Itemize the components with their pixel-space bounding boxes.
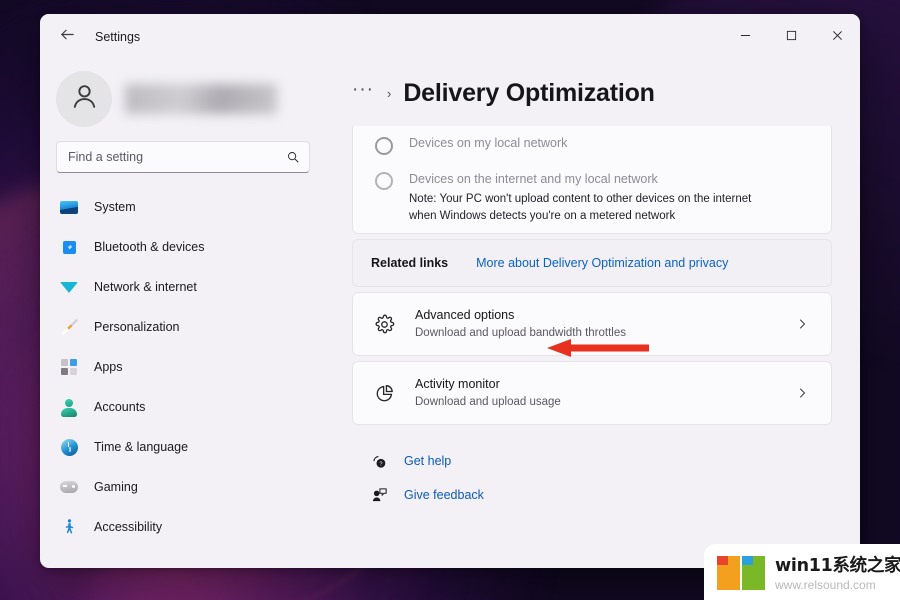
window-controls	[722, 14, 860, 60]
sidebar-item-bluetooth-devices[interactable]: ᛭ Bluetooth & devices	[48, 227, 326, 267]
sidebar-item-label: Personalization	[94, 320, 180, 334]
sidebar-item-label: Accounts	[94, 400, 146, 414]
chevron-right-icon[interactable]	[789, 318, 815, 330]
search-input[interactable]	[68, 150, 286, 164]
sidebar: System ᛭ Bluetooth & devices Network & i…	[40, 60, 340, 568]
avatar[interactable]	[56, 70, 112, 127]
pie-chart-icon	[369, 383, 399, 404]
search-icon[interactable]	[286, 150, 300, 164]
sidebar-item-label: Apps	[94, 360, 123, 374]
give-feedback-link[interactable]: Give feedback	[366, 480, 832, 510]
help-icon: ?	[366, 453, 392, 470]
maximize-button[interactable]	[768, 14, 814, 60]
network-icon	[58, 276, 80, 298]
give-feedback-label: Give feedback	[404, 488, 484, 502]
related-links-card: Related links More about Delivery Optimi…	[352, 239, 832, 287]
sidebar-item-network-internet[interactable]: Network & internet	[48, 267, 326, 307]
breadcrumb-overflow-button[interactable]: ···	[352, 80, 374, 101]
upload-settings-card: Devices on my local network Devices on t…	[352, 126, 832, 234]
back-button[interactable]	[50, 22, 84, 52]
activity-monitor-row[interactable]: Activity monitor Download and upload usa…	[353, 362, 831, 424]
sidebar-item-apps[interactable]: Apps	[48, 347, 326, 387]
advanced-options-row[interactable]: Advanced options Download and upload ban…	[353, 293, 831, 355]
clock-icon	[58, 436, 80, 458]
window-title: Settings	[95, 30, 141, 44]
page-title: Delivery Optimization	[403, 78, 655, 107]
sidebar-item-label: Bluetooth & devices	[94, 240, 205, 254]
account-section[interactable]	[40, 60, 326, 132]
close-icon	[832, 30, 843, 44]
get-help-link[interactable]: ? Get help	[366, 446, 832, 476]
sidebar-nav: System ᛭ Bluetooth & devices Network & i…	[40, 187, 326, 568]
accessibility-icon	[58, 516, 80, 538]
win11-logo-icon	[715, 552, 769, 592]
apps-icon	[58, 356, 80, 378]
watermark-url: www.relsound.com	[775, 578, 876, 592]
account-name-redacted	[125, 83, 277, 114]
radio-option-note: Note: Your PC won't upload content to ot…	[409, 193, 752, 222]
watermark-title: win11系统之家	[775, 556, 900, 576]
person-avatar-icon	[69, 81, 100, 117]
title-bar: Settings	[40, 14, 860, 60]
advanced-options-card[interactable]: Advanced options Download and upload ban…	[352, 292, 832, 356]
sidebar-item-accounts[interactable]: Accounts	[48, 387, 326, 427]
chevron-right-icon: ›	[386, 85, 392, 101]
breadcrumb: ··· › Delivery Optimization	[340, 60, 842, 126]
sidebar-item-label: Network & internet	[94, 280, 197, 294]
search-box[interactable]	[56, 141, 310, 173]
chevron-right-icon[interactable]	[789, 387, 815, 399]
advanced-options-subtitle: Download and upload bandwidth throttles	[415, 327, 626, 339]
get-help-label: Get help	[404, 454, 452, 468]
footer-links: ? Get help Give feedback	[352, 430, 832, 510]
main-pane: ··· › Delivery Optimization Devices on m…	[340, 60, 860, 568]
related-links-link[interactable]: More about Delivery Optimization and pri…	[476, 256, 728, 270]
radio-button-icon[interactable]	[375, 172, 393, 190]
watermark: win11系统之家 www.relsound.com	[704, 544, 900, 600]
accounts-icon	[58, 396, 80, 418]
arrow-left-icon	[59, 26, 76, 48]
settings-scroll-area[interactable]: Devices on my local network Devices on t…	[340, 126, 842, 568]
desktop-wallpaper: Settings Find a setting System ᛭ Bluetoo…	[0, 0, 900, 600]
sidebar-item-time-language[interactable]: Time & language	[48, 427, 326, 467]
radio-option-local-network[interactable]: Devices on my local network	[353, 126, 831, 161]
activity-monitor-card[interactable]: Activity monitor Download and upload usa…	[352, 361, 832, 425]
minimize-icon	[740, 30, 751, 44]
feedback-icon	[366, 487, 392, 504]
activity-monitor-title: Activity monitor	[415, 377, 500, 391]
sidebar-item-system[interactable]: System	[48, 187, 326, 227]
sidebar-item-gaming[interactable]: Gaming	[48, 467, 326, 507]
close-button[interactable]	[814, 14, 860, 60]
sidebar-item-accessibility[interactable]: Accessibility	[48, 507, 326, 547]
sidebar-item-personalization[interactable]: Personalization	[48, 307, 326, 347]
system-icon	[58, 196, 80, 218]
window-body: System ᛭ Bluetooth & devices Network & i…	[40, 60, 860, 568]
sidebar-item-label: Time & language	[94, 440, 189, 454]
activity-monitor-subtitle: Download and upload usage	[415, 396, 561, 408]
radio-button-icon[interactable]	[375, 137, 393, 155]
advanced-options-title: Advanced options	[415, 308, 515, 322]
paintbrush-icon	[58, 316, 80, 338]
related-links-row: Related links More about Delivery Optimi…	[353, 240, 831, 286]
gamepad-icon	[58, 476, 80, 498]
sidebar-item-label: System	[94, 200, 136, 214]
sidebar-item-label: Gaming	[94, 480, 138, 494]
maximize-icon	[786, 30, 797, 44]
bluetooth-icon: ᛭	[58, 236, 80, 258]
radio-option-label: Devices on my local network	[409, 136, 568, 150]
settings-window: Settings Find a setting System ᛭ Bluetoo…	[40, 14, 860, 568]
minimize-button[interactable]	[722, 14, 768, 60]
svg-text:?: ?	[379, 461, 382, 467]
sidebar-item-label: Accessibility	[94, 520, 163, 534]
radio-option-internet-and-local[interactable]: Devices on the internet and my local net…	[353, 161, 831, 233]
gear-icon	[369, 314, 399, 335]
radio-option-label: Devices on the internet and my local net…	[409, 172, 658, 186]
related-links-label: Related links	[371, 256, 449, 270]
